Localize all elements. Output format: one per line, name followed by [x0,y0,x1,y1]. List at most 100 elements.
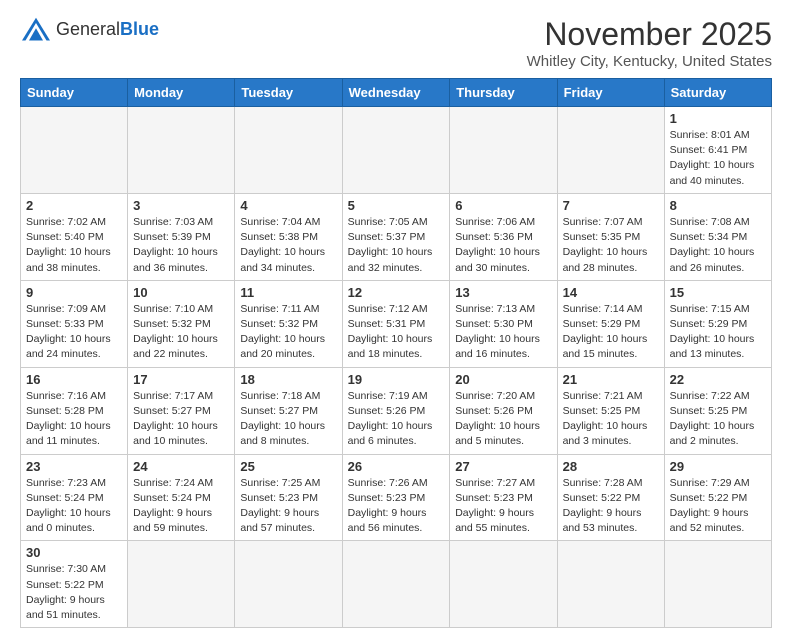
day-number: 6 [455,198,551,213]
calendar-cell: 3Sunrise: 7:03 AM Sunset: 5:39 PM Daylig… [128,193,235,280]
calendar-cell [342,541,450,628]
day-info: Sunrise: 7:04 AM Sunset: 5:38 PM Dayligh… [240,216,325,274]
day-info: Sunrise: 7:16 AM Sunset: 5:28 PM Dayligh… [26,390,111,448]
day-info: Sunrise: 7:13 AM Sunset: 5:30 PM Dayligh… [455,303,540,361]
day-info: Sunrise: 7:22 AM Sunset: 5:25 PM Dayligh… [670,390,755,448]
day-number: 15 [670,285,766,300]
calendar-week-4: 16 Sunrise: 7:16 AM Sunset: 5:28 PM Dayli… [21,367,772,454]
calendar-cell [450,107,557,194]
calendar-cell: 21Sunrise: 7:21 AM Sunset: 5:25 PM Dayli… [557,367,664,454]
calendar-cell: 11 Sunrise: 7:11 AM Sunset: 5:32 PM Dayli… [235,280,342,367]
calendar-cell [235,541,342,628]
day-number: 7 [563,198,659,213]
calendar-cell [21,107,128,194]
calendar-cell: 20Sunrise: 7:20 AM Sunset: 5:26 PM Dayli… [450,367,557,454]
weekday-header-sunday: Sunday [21,79,128,107]
calendar-cell [128,541,235,628]
day-info: Sunrise: 7:17 AM Sunset: 5:27 PM Dayligh… [133,390,218,448]
calendar-cell: 18 Sunrise: 7:18 AM Sunset: 5:27 PM Dayli… [235,367,342,454]
calendar-cell: 6 Sunrise: 7:06 AM Sunset: 5:36 PM Daylig… [450,193,557,280]
day-number: 1 [670,111,766,126]
day-info: Sunrise: 7:07 AM Sunset: 5:35 PM Dayligh… [563,216,648,274]
weekday-header-saturday: Saturday [664,79,771,107]
logo-text: GeneralBlue [56,20,159,40]
day-number: 14 [563,285,659,300]
calendar-cell: 8 Sunrise: 7:08 AM Sunset: 5:34 PM Daylig… [664,193,771,280]
calendar-cell: 1 Sunrise: 8:01 AM Sunset: 6:41 PM Daylig… [664,107,771,194]
calendar-cell: 9Sunrise: 7:09 AM Sunset: 5:33 PM Daylig… [21,280,128,367]
calendar-cell: 19 Sunrise: 7:19 AM Sunset: 5:26 PM Dayli… [342,367,450,454]
calendar-cell [342,107,450,194]
logo: GeneralBlue [20,16,159,44]
weekday-header-thursday: Thursday [450,79,557,107]
day-info: Sunrise: 7:06 AM Sunset: 5:36 PM Dayligh… [455,216,540,274]
day-info: Sunrise: 7:11 AM Sunset: 5:32 PM Dayligh… [240,303,325,361]
calendar-cell: 30 Sunrise: 7:30 AM Sunset: 5:22 PM Dayli… [21,541,128,628]
calendar-cell: 22Sunrise: 7:22 AM Sunset: 5:25 PM Dayli… [664,367,771,454]
day-number: 17 [133,372,229,387]
calendar-cell: 29 Sunrise: 7:29 AM Sunset: 5:22 PM Dayli… [664,454,771,541]
day-number: 20 [455,372,551,387]
day-number: 11 [240,285,336,300]
day-number: 25 [240,459,336,474]
calendar-cell: 2 Sunrise: 7:02 AM Sunset: 5:40 PM Daylig… [21,193,128,280]
calendar-cell: 5Sunrise: 7:05 AM Sunset: 5:37 PM Daylig… [342,193,450,280]
day-info: Sunrise: 7:08 AM Sunset: 5:34 PM Dayligh… [670,216,755,274]
day-info: Sunrise: 7:24 AM Sunset: 5:24 PM Dayligh… [133,477,213,535]
day-number: 12 [348,285,445,300]
day-number: 29 [670,459,766,474]
calendar-cell: 25 Sunrise: 7:25 AM Sunset: 5:23 PM Dayli… [235,454,342,541]
day-number: 28 [563,459,659,474]
day-info: Sunrise: 7:29 AM Sunset: 5:22 PM Dayligh… [670,477,750,535]
calendar-cell [557,107,664,194]
calendar-week-2: 2 Sunrise: 7:02 AM Sunset: 5:40 PM Daylig… [21,193,772,280]
day-info: Sunrise: 7:14 AM Sunset: 5:29 PM Dayligh… [563,303,648,361]
location-subtitle: Whitley City, Kentucky, United States [527,53,772,70]
logo-icon [20,16,52,44]
day-info: Sunrise: 7:21 AM Sunset: 5:25 PM Dayligh… [563,390,648,448]
calendar-cell: 23 Sunrise: 7:23 AM Sunset: 5:24 PM Dayli… [21,454,128,541]
calendar-cell: 13 Sunrise: 7:13 AM Sunset: 5:30 PM Dayli… [450,280,557,367]
day-info: Sunrise: 7:23 AM Sunset: 5:24 PM Dayligh… [26,477,111,535]
day-number: 2 [26,198,122,213]
calendar-cell [235,107,342,194]
calendar-cell [664,541,771,628]
day-info: Sunrise: 7:18 AM Sunset: 5:27 PM Dayligh… [240,390,325,448]
day-info: Sunrise: 7:25 AM Sunset: 5:23 PM Dayligh… [240,477,320,535]
day-number: 8 [670,198,766,213]
weekday-header-row: SundayMondayTuesdayWednesdayThursdayFrid… [21,79,772,107]
calendar-cell: 10 Sunrise: 7:10 AM Sunset: 5:32 PM Dayli… [128,280,235,367]
day-info: Sunrise: 8:01 AM Sunset: 6:41 PM Dayligh… [670,129,755,187]
day-info: Sunrise: 7:10 AM Sunset: 5:32 PM Dayligh… [133,303,218,361]
day-number: 30 [26,545,122,560]
day-info: Sunrise: 7:30 AM Sunset: 5:22 PM Dayligh… [26,563,106,621]
calendar-cell: 17 Sunrise: 7:17 AM Sunset: 5:27 PM Dayli… [128,367,235,454]
day-number: 5 [348,198,445,213]
day-number: 19 [348,372,445,387]
day-info: Sunrise: 7:02 AM Sunset: 5:40 PM Dayligh… [26,216,111,274]
calendar-cell: 28 Sunrise: 7:28 AM Sunset: 5:22 PM Dayli… [557,454,664,541]
day-number: 10 [133,285,229,300]
calendar-cell: 15 Sunrise: 7:15 AM Sunset: 5:29 PM Dayli… [664,280,771,367]
day-info: Sunrise: 7:15 AM Sunset: 5:29 PM Dayligh… [670,303,755,361]
calendar-cell: 12Sunrise: 7:12 AM Sunset: 5:31 PM Dayli… [342,280,450,367]
day-info: Sunrise: 7:27 AM Sunset: 5:23 PM Dayligh… [455,477,535,535]
day-number: 18 [240,372,336,387]
day-info: Sunrise: 7:26 AM Sunset: 5:23 PM Dayligh… [348,477,428,535]
day-number: 13 [455,285,551,300]
day-number: 23 [26,459,122,474]
calendar-cell: 16 Sunrise: 7:16 AM Sunset: 5:28 PM Dayli… [21,367,128,454]
day-info: Sunrise: 7:19 AM Sunset: 5:26 PM Dayligh… [348,390,433,448]
calendar-week-5: 23 Sunrise: 7:23 AM Sunset: 5:24 PM Dayli… [21,454,772,541]
calendar-week-3: 9Sunrise: 7:09 AM Sunset: 5:33 PM Daylig… [21,280,772,367]
day-info: Sunrise: 7:09 AM Sunset: 5:33 PM Dayligh… [26,303,111,361]
calendar-cell: 4Sunrise: 7:04 AM Sunset: 5:38 PM Daylig… [235,193,342,280]
month-year-title: November 2025 [527,16,772,53]
day-number: 3 [133,198,229,213]
title-section: November 2025 Whitley City, Kentucky, Un… [527,16,772,70]
day-info: Sunrise: 7:28 AM Sunset: 5:22 PM Dayligh… [563,477,643,535]
calendar-cell [450,541,557,628]
calendar-cell [128,107,235,194]
day-number: 16 [26,372,122,387]
calendar-week-6: 30 Sunrise: 7:30 AM Sunset: 5:22 PM Dayli… [21,541,772,628]
